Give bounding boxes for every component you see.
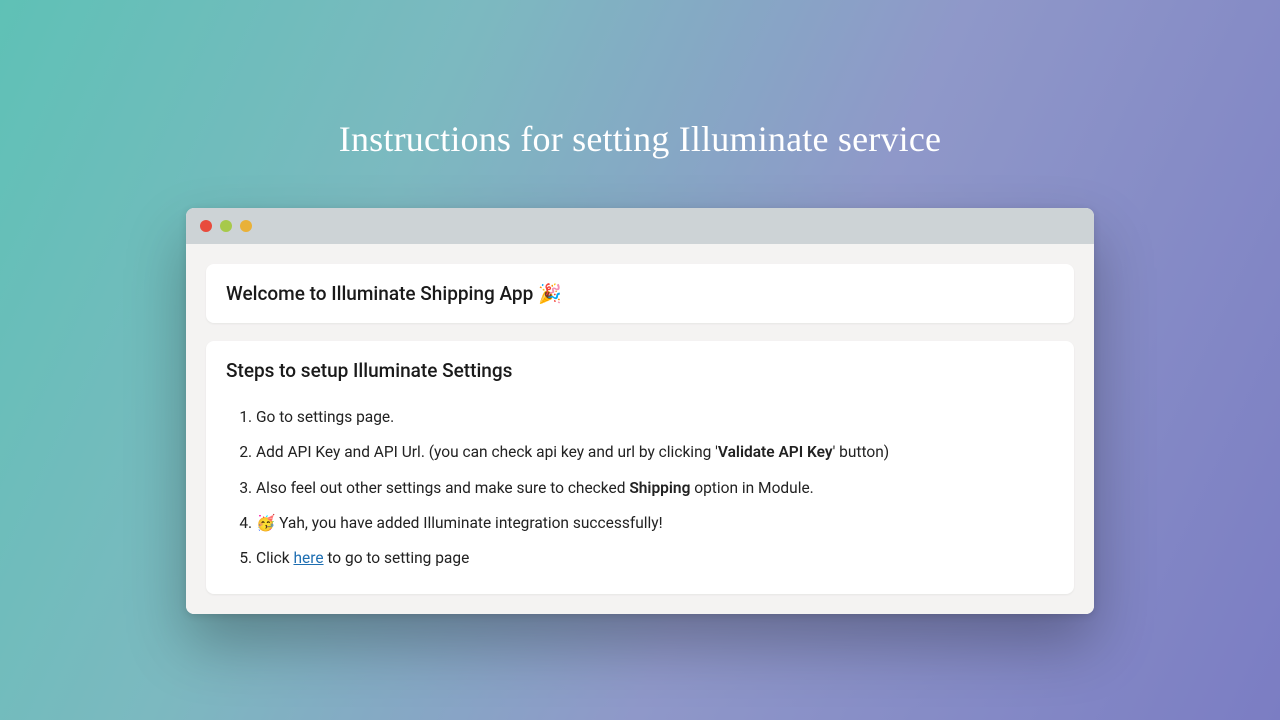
- list-item: Add API Key and API Url. (you can check …: [256, 435, 1054, 470]
- step-text: to go to setting page: [324, 549, 470, 567]
- maximize-icon[interactable]: [240, 220, 252, 232]
- list-item: Click here to go to setting page: [256, 541, 1054, 576]
- app-window: Welcome to Illuminate Shipping App 🎉 Ste…: [186, 208, 1094, 614]
- steps-card: Steps to setup Illuminate Settings Go to…: [206, 341, 1074, 594]
- page-title: Instructions for setting Illuminate serv…: [0, 118, 1280, 160]
- welcome-title: Welcome to Illuminate Shipping App 🎉: [226, 282, 1054, 305]
- step-text: Also feel out other settings and make su…: [256, 479, 629, 497]
- window-content: Welcome to Illuminate Shipping App 🎉 Ste…: [186, 244, 1094, 614]
- step-text: ' button): [833, 443, 890, 461]
- step-text: Click: [256, 549, 293, 567]
- steps-card-title: Steps to setup Illuminate Settings: [226, 359, 1054, 382]
- window-titlebar: [186, 208, 1094, 244]
- steps-list: Go to settings page. Add API Key and API…: [226, 400, 1054, 576]
- step-text: Go to settings page.: [256, 408, 394, 426]
- welcome-card: Welcome to Illuminate Shipping App 🎉: [206, 264, 1074, 323]
- step-text: 🥳 Yah, you have added Illuminate integra…: [256, 514, 663, 532]
- step-text: option in Module.: [690, 479, 813, 497]
- list-item: Also feel out other settings and make su…: [256, 471, 1054, 506]
- settings-link[interactable]: here: [293, 549, 323, 567]
- step-bold: Shipping: [629, 479, 690, 497]
- minimize-icon[interactable]: [220, 220, 232, 232]
- step-text: Add API Key and API Url. (you can check …: [256, 443, 718, 461]
- list-item: Go to settings page.: [256, 400, 1054, 435]
- close-icon[interactable]: [200, 220, 212, 232]
- step-bold: Validate API Key: [718, 443, 833, 461]
- list-item: 🥳 Yah, you have added Illuminate integra…: [256, 506, 1054, 541]
